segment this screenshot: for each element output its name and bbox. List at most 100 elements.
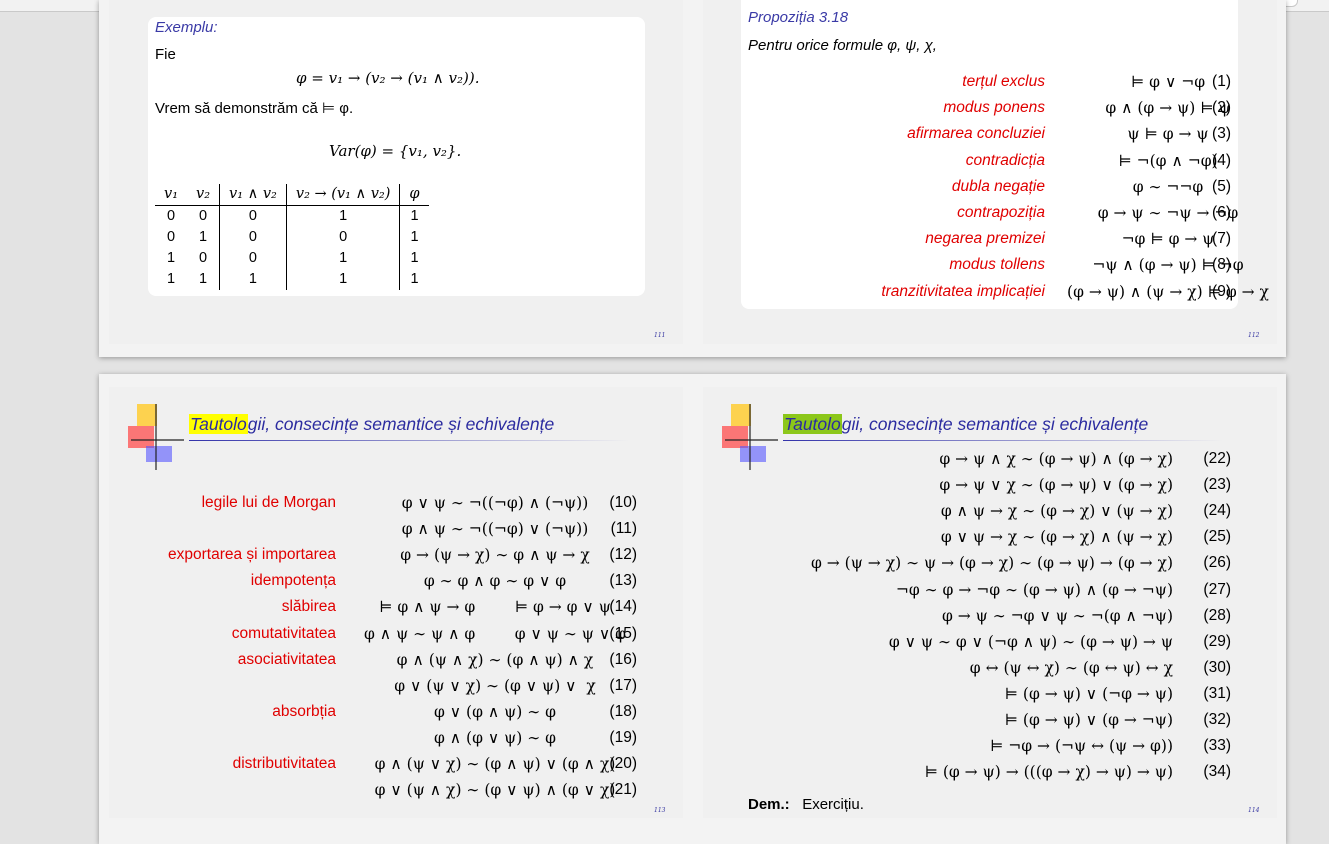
formula-row: φ ∨ ψ → χ ∼ (φ → χ) ∧ (ψ → χ) (25) bbox=[703, 528, 1277, 554]
title-highlight: Tautolo bbox=[783, 414, 842, 434]
slide-113: Tautologii, consecințe semantice și echi… bbox=[109, 387, 683, 818]
goal-text: Vrem să demonstrăm că ⊨ φ. bbox=[155, 100, 354, 117]
formula: ¬φ ∼ φ → ¬φ ∼ (φ → ψ) ∧ (φ → ¬ψ) bbox=[895, 580, 1173, 599]
table-row: 1 1 1 1 1 bbox=[155, 269, 429, 290]
formula: φ → ψ ∼ ¬φ ∨ ψ ∼ ¬(φ ∧ ¬ψ) bbox=[941, 606, 1173, 625]
formula-row: φ ∨ (ψ ∨ χ) ∼ (φ ∨ ψ) ∨ χ (17) bbox=[109, 677, 683, 703]
frame-title: Tautologii, consecințe semantice și echi… bbox=[783, 414, 1148, 435]
equation-number: (2) bbox=[1212, 99, 1231, 117]
formula: φ ∨ (φ ∧ ψ) ∼ φ bbox=[433, 702, 557, 721]
rule-name-label: dubla negație bbox=[951, 177, 1045, 195]
formula-row: contrapoziția φ → ψ ∼ ¬ψ → ¬φ (6) bbox=[703, 204, 1277, 230]
rule-name-label: comutativitatea bbox=[231, 624, 336, 642]
table-cell: 1 bbox=[410, 250, 419, 266]
formula-row: asociativitatea φ ∧ (ψ ∧ χ) ∼ (φ ∧ ψ) ∧ χ… bbox=[109, 651, 683, 677]
title-rest: gii, consecințe semantice și echivalențe bbox=[841, 414, 1149, 434]
table-cell: 1 bbox=[286, 248, 401, 269]
title-rule bbox=[189, 440, 629, 441]
equation-number: (32) bbox=[1203, 711, 1231, 728]
formula-row: φ ∧ ψ ∼ ¬((¬φ) ∨ (¬ψ)) (11) bbox=[109, 520, 683, 546]
formula: φ → ψ ∼ ¬ψ → ¬φ bbox=[1097, 204, 1239, 222]
rule-name-label: negarea premizei bbox=[925, 230, 1045, 248]
var-formula: Var(φ) = {v₁, v₂}. bbox=[329, 142, 462, 160]
formula-row: legile lui de Morgan φ ∨ ψ ∼ ¬((¬φ) ∧ (¬ψ… bbox=[109, 494, 683, 520]
rule-name-label: legile lui de Morgan bbox=[201, 494, 336, 511]
formula-row: dubla negație φ ∼ ¬¬φ (5) bbox=[703, 178, 1277, 204]
title-rest: gii, consecințe semantice și echivalențe bbox=[247, 414, 555, 434]
truth-table: v₁ v₂ v₁ ∧ v₂ v₂ → (v₁ ∧ v₂) φ 0 0 0 1 1 bbox=[155, 184, 429, 290]
equivalence-rows: legile lui de Morgan φ ∨ ψ ∼ ¬((¬φ) ∧ (¬ψ… bbox=[109, 494, 683, 814]
equation-number: (20) bbox=[609, 755, 637, 772]
table-cell: 1 bbox=[286, 205, 401, 227]
formula: ¬φ ⊨ φ → ψ bbox=[1121, 230, 1215, 249]
page-number: 114 bbox=[1248, 807, 1260, 814]
rule-name-label: exportarea și importarea bbox=[168, 546, 336, 564]
table-cell: 0 bbox=[187, 248, 221, 269]
equation-number: (3) bbox=[1212, 125, 1231, 143]
formula: φ → (ψ → χ) ∼ ψ → (φ → χ) ∼ (φ → ψ) → (φ… bbox=[810, 554, 1173, 573]
slide-112: Propoziția 3.18 Pentru orice formule φ, … bbox=[703, 0, 1277, 344]
formula: ψ ⊨ φ → ψ bbox=[1127, 125, 1209, 144]
table-cell: 1 bbox=[166, 271, 176, 287]
table-cell: 1 bbox=[187, 269, 221, 290]
proof-label: Dem.: bbox=[748, 796, 790, 813]
table-cell: 1 bbox=[219, 269, 287, 290]
formula: φ → (ψ → χ) ∼ φ ∧ ψ → χ bbox=[400, 546, 590, 565]
equation-number: (11) bbox=[610, 520, 637, 538]
formula-row: exportarea și importarea φ → (ψ → χ) ∼ φ … bbox=[109, 546, 683, 572]
equation-number: (29) bbox=[1203, 632, 1231, 650]
rule-name-label: idempotența bbox=[250, 572, 336, 590]
proof-line: Dem.: Exercițiu. bbox=[748, 796, 864, 813]
rule-name-label: tranzitivitatea implicației bbox=[881, 282, 1045, 300]
equation-number: (18) bbox=[609, 702, 637, 720]
proposition-intro: Pentru orice formule φ, ψ, χ, bbox=[748, 37, 937, 54]
formula-row: distributivitatea φ ∧ (ψ ∨ χ) ∼ (φ ∧ ψ) ∨… bbox=[109, 755, 683, 781]
table-header: v₂ bbox=[187, 184, 221, 206]
formula-row: modus tollens ¬ψ ∧ (φ → ψ) ⊨ ¬φ (8) bbox=[703, 256, 1277, 282]
rule-name-label: absorbția bbox=[272, 702, 336, 720]
table-cell: 0 bbox=[286, 227, 401, 248]
proposition-title: Propoziția 3.18 bbox=[748, 9, 849, 26]
formula: φ → ψ ∨ χ ∼ (φ → ψ) ∨ (φ → χ) bbox=[939, 476, 1173, 495]
table-cell: 0 bbox=[219, 205, 287, 227]
table-cell: 1 bbox=[166, 250, 176, 266]
rule-name-label: terțul exclus bbox=[962, 73, 1045, 90]
equation-number: (17) bbox=[609, 676, 637, 694]
formula-row: idempotența φ ∼ φ ∧ φ ∼ φ ∨ φ (13) bbox=[109, 572, 683, 598]
rule-name-label: distributivitatea bbox=[232, 755, 336, 772]
rule-name-label: afirmarea concluziei bbox=[907, 125, 1045, 143]
formula: (φ → ψ) ∧ (ψ → χ) ⊨ φ → χ bbox=[1067, 282, 1269, 301]
rule-name-label: asociativitatea bbox=[237, 650, 336, 668]
formula-row: ¬φ ∼ φ → ¬φ ∼ (φ → ψ) ∧ (φ → ¬ψ) (27) bbox=[703, 581, 1277, 607]
page-number: 112 bbox=[1248, 332, 1260, 339]
equivalence-rows: φ → ψ ∧ χ ∼ (φ → ψ) ∧ (φ → χ) (22) φ → ψ ∨… bbox=[703, 450, 1277, 790]
sheet-bottom: Tautologii, consecințe semantice și echi… bbox=[99, 374, 1286, 844]
slide-114: Tautologii, consecințe semantice și echi… bbox=[703, 387, 1277, 818]
table-row: 1 0 0 1 1 bbox=[155, 248, 429, 269]
formula: φ ∼ ¬¬φ bbox=[1132, 177, 1204, 196]
equation-number: (5) bbox=[1212, 177, 1231, 195]
formula: φ ∨ ψ ∼ ¬((¬φ) ∧ (¬ψ)) bbox=[401, 494, 589, 512]
slide-111: Exemplu: Fie φ = v₁ → (v₂ → (v₁ ∧ v₂)). … bbox=[109, 0, 683, 344]
proposition-rows: terțul exclus ⊨ φ ∨ ¬φ (1) modus ponens φ ∧ … bbox=[703, 73, 1277, 313]
table-row: 0 0 0 1 1 bbox=[155, 205, 429, 227]
equation-number: (10) bbox=[609, 494, 637, 511]
table-cell: 0 bbox=[166, 208, 176, 224]
formula-row: φ ∧ ψ → χ ∼ (φ → χ) ∨ (ψ → χ) (24) bbox=[703, 502, 1277, 528]
table-header: v₂ → (v₁ ∧ v₂) bbox=[286, 184, 401, 206]
formula-row: negarea premizei ¬φ ⊨ φ → ψ (7) bbox=[703, 230, 1277, 256]
formula-row: terțul exclus ⊨ φ ∨ ¬φ (1) bbox=[703, 73, 1277, 99]
formula-row: modus ponens φ ∧ (φ → ψ) ⊨ ψ (2) bbox=[703, 99, 1277, 125]
formula-phi: φ = v₁ → (v₂ → (v₁ ∧ v₂)). bbox=[296, 69, 480, 87]
rule-name-label: slăbirea bbox=[281, 598, 336, 616]
formula-row: ⊨ (φ → ψ) ∨ (¬φ → ψ) (31) bbox=[703, 685, 1277, 711]
page-number: 111 bbox=[654, 332, 666, 339]
formula-row: afirmarea concluziei ψ ⊨ φ → ψ (3) bbox=[703, 125, 1277, 151]
equation-number: (21) bbox=[609, 781, 637, 799]
formula: φ → ψ ∧ χ ∼ (φ → ψ) ∧ (φ → χ) bbox=[939, 450, 1173, 468]
formula-row: φ → ψ ∼ ¬φ ∨ ψ ∼ ¬(φ ∧ ¬ψ) (28) bbox=[703, 607, 1277, 633]
equation-number: (27) bbox=[1203, 580, 1231, 598]
equation-number: (12) bbox=[609, 546, 637, 564]
page-number: 113 bbox=[654, 807, 666, 814]
formula: ⊨ φ ∧ ψ → φ ⊨ φ → φ ∨ ψ bbox=[379, 598, 611, 617]
